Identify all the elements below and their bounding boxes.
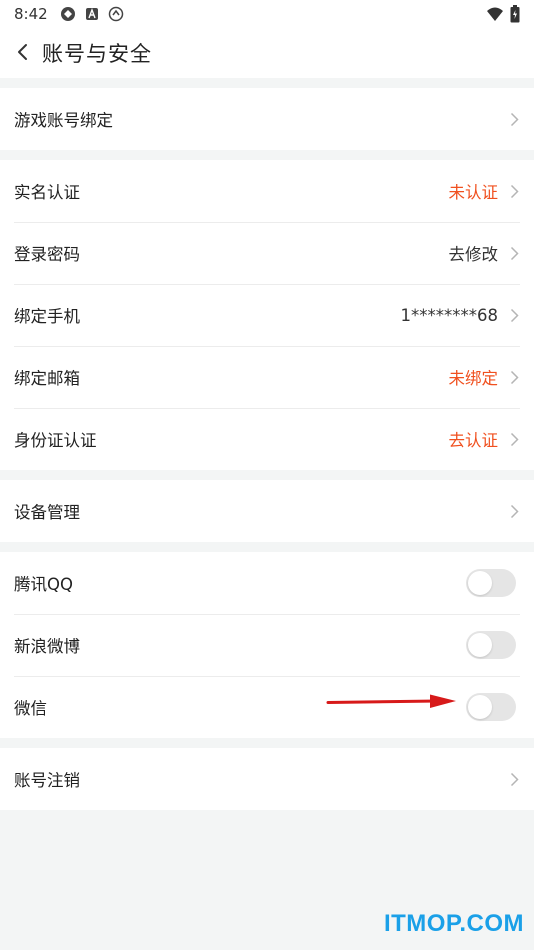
- row-label: 身份证认证: [14, 431, 97, 450]
- status-value: 去认证: [448, 431, 499, 450]
- chevron-right-icon: [508, 771, 520, 787]
- status-right: [486, 5, 520, 27]
- toggle-knob: [468, 571, 492, 595]
- toggle-knob: [468, 633, 492, 657]
- row-label: 绑定手机: [14, 307, 80, 326]
- weibo-toggle[interactable]: [466, 631, 516, 659]
- row-device-management[interactable]: 设备管理: [0, 480, 534, 542]
- row-label: 绑定邮箱: [14, 369, 80, 388]
- toggle-knob: [468, 695, 492, 719]
- app-icon-2: [84, 6, 100, 22]
- chevron-right-icon: [508, 431, 520, 447]
- app-icon-1: [60, 6, 76, 22]
- status-time: 8:42: [14, 5, 48, 23]
- row-id-card-verify[interactable]: 身份证认证 去认证: [0, 408, 534, 470]
- row-game-account-binding[interactable]: 游戏账号绑定: [0, 88, 534, 150]
- status-bar: 8:42: [0, 0, 534, 28]
- chevron-right-icon: [508, 307, 520, 323]
- group-account: 账号注销: [0, 748, 534, 810]
- status-value: 去修改: [448, 245, 499, 264]
- qq-toggle[interactable]: [466, 569, 516, 597]
- wechat-toggle[interactable]: [466, 693, 516, 721]
- row-label: 游戏账号绑定: [14, 111, 113, 130]
- annotation-arrow-icon: [326, 694, 456, 708]
- app-icon-3: [108, 6, 124, 22]
- watermark: ITMOP.COM: [383, 910, 524, 937]
- group-device: 设备管理: [0, 480, 534, 542]
- battery-icon: [510, 5, 520, 27]
- row-label: 腾讯QQ: [14, 575, 73, 594]
- status-value: 未认证: [448, 183, 499, 202]
- status-value: 未绑定: [448, 369, 499, 388]
- row-label: 新浪微博: [14, 637, 80, 656]
- nav-bar: 账号与安全: [0, 28, 534, 78]
- row-label: 实名认证: [14, 183, 80, 202]
- back-button[interactable]: [10, 38, 34, 66]
- row-bind-email[interactable]: 绑定邮箱 未绑定: [0, 346, 534, 408]
- status-value: 1********68: [400, 305, 499, 325]
- group-game: 游戏账号绑定: [0, 88, 534, 150]
- chevron-right-icon: [508, 245, 520, 261]
- row-tencent-qq: 腾讯QQ: [0, 552, 534, 614]
- row-label: 账号注销: [14, 771, 80, 790]
- row-account-cancellation[interactable]: 账号注销: [0, 748, 534, 810]
- chevron-right-icon: [508, 369, 520, 385]
- row-label: 设备管理: [14, 503, 80, 522]
- row-real-name-verify[interactable]: 实名认证 未认证: [0, 160, 534, 222]
- wifi-icon: [486, 6, 504, 26]
- chevron-right-icon: [508, 111, 520, 127]
- group-security: 实名认证 未认证 登录密码 去修改 绑定手机 1********68 绑定邮箱 …: [0, 160, 534, 470]
- status-app-icons: [60, 6, 124, 22]
- row-sina-weibo: 新浪微博: [0, 614, 534, 676]
- chevron-right-icon: [508, 503, 520, 519]
- row-login-password[interactable]: 登录密码 去修改: [0, 222, 534, 284]
- chevron-right-icon: [508, 183, 520, 199]
- chevron-left-icon: [18, 44, 27, 60]
- row-label: 登录密码: [14, 245, 80, 264]
- page-title: 账号与安全: [42, 42, 152, 66]
- row-bind-phone[interactable]: 绑定手机 1********68: [0, 284, 534, 346]
